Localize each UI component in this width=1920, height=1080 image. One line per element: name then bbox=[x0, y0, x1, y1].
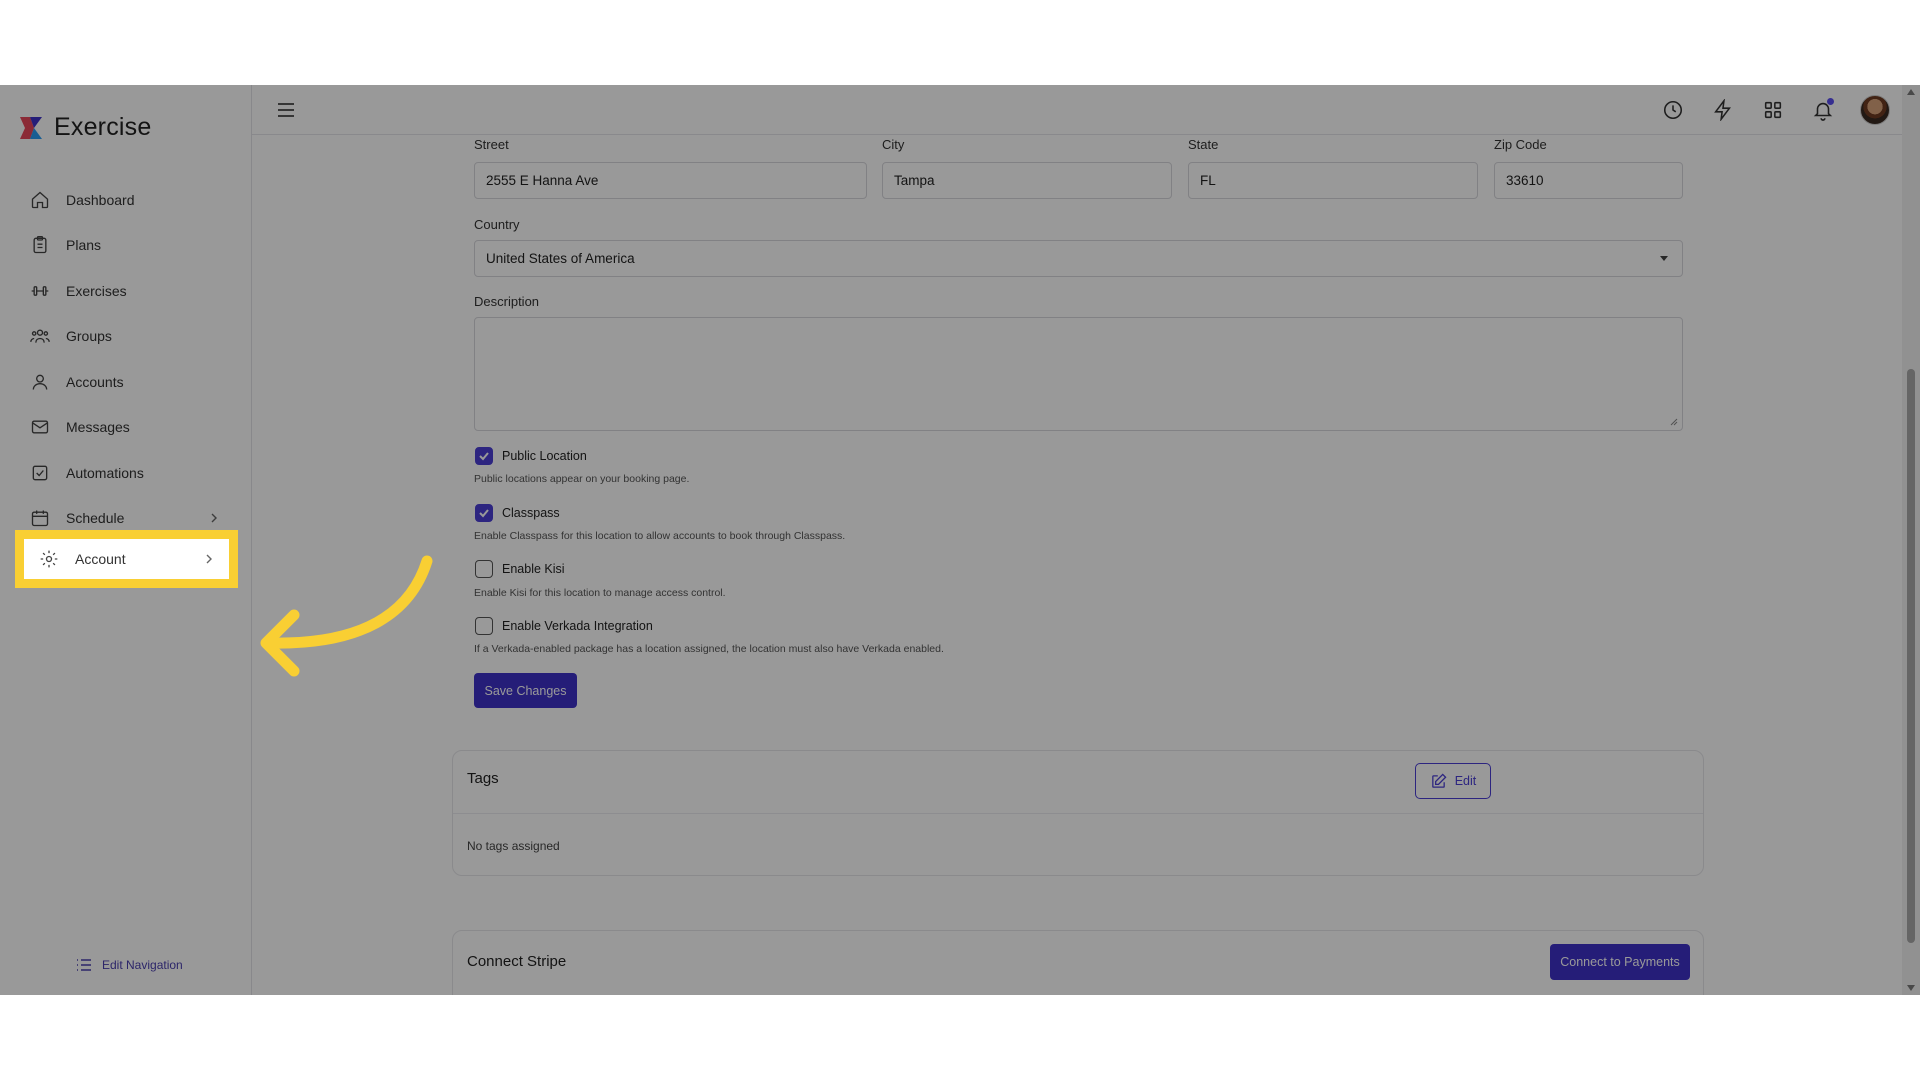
edit-icon bbox=[1431, 773, 1447, 788]
scroll-down-icon[interactable] bbox=[1907, 985, 1915, 991]
description-textarea[interactable] bbox=[474, 317, 1683, 431]
country-label: Country bbox=[474, 217, 520, 232]
user-icon bbox=[32, 374, 48, 390]
stripe-title: Connect Stripe bbox=[467, 953, 567, 970]
gear-icon bbox=[40, 550, 58, 568]
tags-divider bbox=[453, 813, 1703, 814]
sidebar-nav: Dashboard Plans Exercises Groups Account… bbox=[0, 177, 252, 587]
sidebar-item-label: Dashboard bbox=[66, 191, 135, 208]
caret-down-icon bbox=[1660, 256, 1668, 261]
notifications-button[interactable] bbox=[1810, 97, 1836, 123]
main-content: Street 2555 E Hanna Ave City Tampa State… bbox=[452, 135, 1704, 995]
sidebar-item-label: Accounts bbox=[66, 373, 124, 390]
sidebar-item-account[interactable]: Account bbox=[24, 539, 229, 579]
connect-payments-button[interactable]: Connect to Payments bbox=[1550, 944, 1690, 980]
grid-icon bbox=[1764, 101, 1782, 119]
classpass-checkbox[interactable] bbox=[475, 504, 493, 522]
edit-navigation-link[interactable]: Edit Navigation bbox=[76, 957, 183, 973]
calendar-icon bbox=[31, 510, 49, 527]
sidebar-item-plans[interactable]: Plans bbox=[0, 223, 252, 269]
sidebar-item-accounts[interactable]: Accounts bbox=[0, 359, 252, 405]
verkada-checkbox[interactable] bbox=[475, 617, 493, 635]
classpass-option[interactable]: Classpass bbox=[475, 504, 560, 522]
check-icon bbox=[479, 509, 489, 518]
kisi-checkbox[interactable] bbox=[475, 560, 493, 578]
sidebar-item-messages[interactable]: Messages bbox=[0, 405, 252, 451]
edit-label: Edit bbox=[1454, 774, 1477, 788]
country-select[interactable]: United States of America bbox=[474, 240, 1683, 277]
public-location-help: Public locations appear on your booking … bbox=[474, 473, 690, 485]
tags-empty-text: No tags assigned bbox=[467, 839, 560, 853]
hamburger-menu-icon[interactable] bbox=[276, 100, 296, 120]
sidebar-item-automations[interactable]: Automations bbox=[0, 450, 252, 496]
classpass-help: Enable Classpass for this location to al… bbox=[474, 530, 846, 542]
chevron-right-icon bbox=[211, 513, 217, 523]
top-bar bbox=[252, 85, 1920, 135]
save-changes-button[interactable]: Save Changes bbox=[474, 673, 577, 708]
edit-tags-button[interactable]: Edit bbox=[1415, 763, 1491, 799]
sidebar-item-label: Groups bbox=[66, 328, 112, 345]
annotation-arrow-icon bbox=[260, 555, 433, 677]
verkada-label: Enable Verkada Integration bbox=[502, 619, 653, 633]
sidebar-item-label: Messages bbox=[66, 419, 130, 436]
sidebar-item-dashboard[interactable]: Dashboard bbox=[0, 177, 252, 223]
vertical-scrollbar[interactable] bbox=[1902, 85, 1920, 995]
checkbox-icon bbox=[32, 465, 48, 481]
home-icon bbox=[31, 191, 49, 208]
tags-card: Tags Edit No tags assigned bbox=[452, 750, 1704, 876]
sidebar-item-exercises[interactable]: Exercises bbox=[0, 268, 252, 314]
sidebar-item-label: Automations bbox=[66, 464, 144, 481]
public-location-checkbox[interactable] bbox=[475, 447, 493, 465]
notification-dot bbox=[1827, 98, 1834, 105]
dumbbell-icon bbox=[31, 285, 49, 296]
street-input[interactable]: 2555 E Hanna Ave bbox=[474, 162, 867, 199]
logo-icon bbox=[20, 116, 42, 139]
description-label: Description bbox=[474, 294, 540, 309]
chevron-right-icon bbox=[206, 554, 212, 564]
state-input[interactable]: FL bbox=[1188, 162, 1478, 199]
user-avatar[interactable] bbox=[1860, 95, 1890, 125]
zip-label: Zip Code bbox=[1494, 137, 1547, 152]
sidebar-item-label: Account bbox=[75, 551, 126, 567]
city-label: City bbox=[882, 137, 905, 152]
sidebar-item-label: Plans bbox=[66, 237, 102, 254]
highlight-frame: Account bbox=[15, 530, 238, 588]
brand-logo[interactable]: Exercise bbox=[18, 113, 151, 142]
street-label: Street bbox=[474, 137, 509, 152]
classpass-label: Classpass bbox=[502, 506, 560, 520]
kisi-help: Enable Kisi for this location to manage … bbox=[474, 587, 726, 599]
scroll-thumb[interactable] bbox=[1907, 369, 1915, 943]
mail-icon bbox=[31, 420, 49, 434]
city-input[interactable]: Tampa bbox=[882, 162, 1172, 199]
verkada-help: If a Verkada-enabled package has a locat… bbox=[474, 643, 944, 655]
state-label: State bbox=[1188, 137, 1219, 152]
sidebar-item-label: Schedule bbox=[66, 510, 125, 527]
clock-icon bbox=[1663, 100, 1683, 120]
app-window: Exercise Dashboard Plans Exercises Group… bbox=[0, 85, 1920, 995]
sidebar-item-label: Exercises bbox=[66, 282, 127, 299]
check-icon bbox=[479, 452, 489, 461]
clipboard-icon bbox=[33, 236, 47, 254]
list-icon bbox=[77, 959, 91, 971]
kisi-option[interactable]: Enable Kisi bbox=[475, 560, 565, 578]
tags-title: Tags bbox=[467, 770, 499, 787]
scroll-up-icon[interactable] bbox=[1907, 89, 1915, 95]
lightning-icon bbox=[1714, 99, 1731, 121]
zip-input[interactable]: 33610 bbox=[1494, 162, 1683, 199]
edit-navigation-label: Edit Navigation bbox=[102, 958, 183, 972]
verkada-option[interactable]: Enable Verkada Integration bbox=[475, 617, 653, 635]
sidebar-item-groups[interactable]: Groups bbox=[0, 314, 252, 360]
quick-actions-button[interactable] bbox=[1710, 97, 1736, 123]
brand-name: Exercise bbox=[54, 113, 152, 141]
history-button[interactable] bbox=[1660, 97, 1686, 123]
stripe-card: Connect Stripe Connect to Payments bbox=[452, 930, 1704, 995]
public-location-label: Public Location bbox=[502, 449, 587, 463]
users-icon bbox=[30, 329, 50, 343]
top-bar-actions bbox=[1660, 95, 1890, 125]
resize-handle-icon[interactable] bbox=[1670, 418, 1678, 426]
public-location-option[interactable]: Public Location bbox=[475, 447, 587, 465]
kisi-label: Enable Kisi bbox=[502, 562, 565, 576]
apps-button[interactable] bbox=[1760, 97, 1786, 123]
country-value: United States of America bbox=[486, 251, 635, 266]
